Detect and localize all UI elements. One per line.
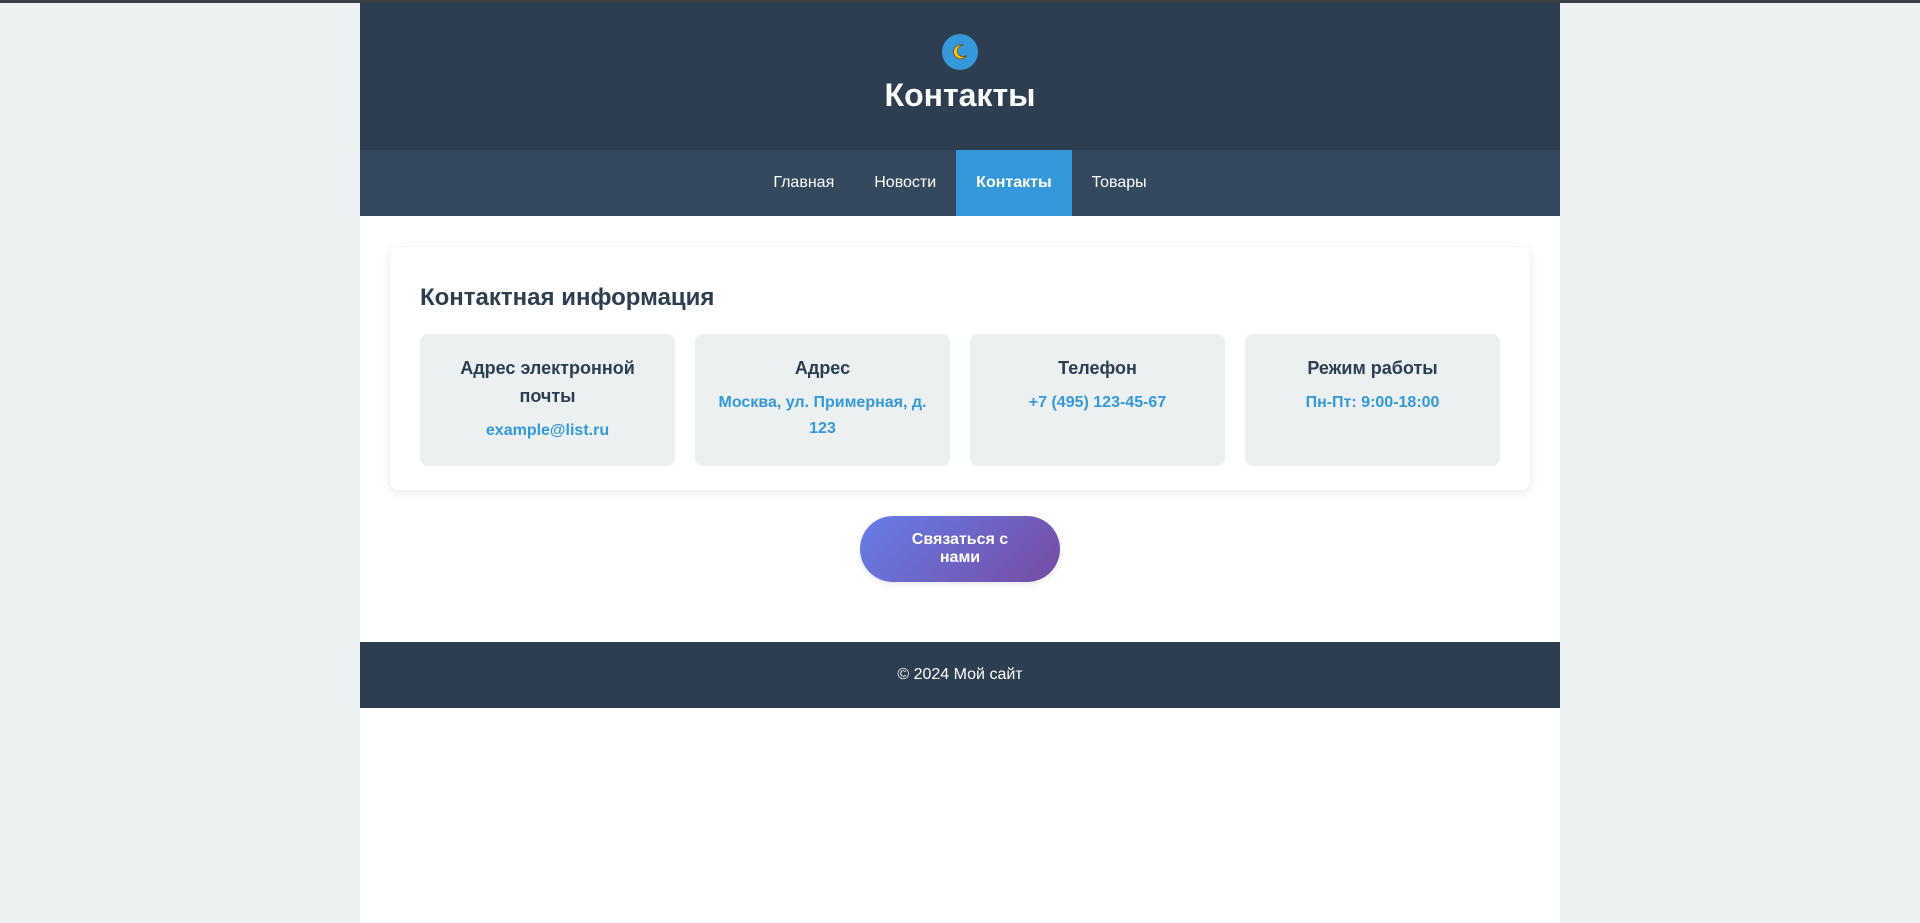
- contact-item-phone: Телефон +7 (495) 123-45-67: [970, 334, 1225, 466]
- contact-item-address: Адрес Москва, ул. Примерная, д. 123: [695, 334, 950, 466]
- contact-info-grid: Адрес электронной почты example@list.ru …: [420, 334, 1500, 466]
- site-header: Контакты: [360, 3, 1560, 150]
- contact-item-email: Адрес электронной почты example@list.ru: [420, 334, 675, 466]
- site-footer: © 2024 Мой сайт: [360, 642, 1560, 708]
- page-title: Контакты: [884, 77, 1036, 113]
- contact-item-heading: Адрес: [794, 358, 851, 378]
- contact-info-card: Контактная информация Адрес электронной …: [390, 247, 1530, 490]
- page-container: Контакты Главная Новости Контакты Товары…: [360, 3, 1560, 923]
- address-value: Москва, ул. Примерная, д. 123: [718, 394, 927, 437]
- hours-value: Пн-Пт: 9:00-18:00: [1305, 394, 1440, 411]
- nav-item-products[interactable]: Товары: [1072, 150, 1167, 216]
- moon-icon: [953, 44, 967, 60]
- cta-wrapper: Связаться с нами: [360, 516, 1560, 582]
- nav-item-home[interactable]: Главная: [753, 150, 854, 216]
- nav-item-contacts[interactable]: Контакты: [956, 150, 1072, 216]
- nav-item-news[interactable]: Новости: [854, 150, 956, 216]
- contact-item-heading: Адрес электронной почты: [460, 358, 635, 406]
- contact-item-heading: Режим работы: [1307, 358, 1438, 378]
- contact-us-button[interactable]: Связаться с нами: [860, 516, 1060, 582]
- contact-item-heading: Телефон: [1058, 358, 1137, 378]
- footer-copyright: © 2024 Мой сайт: [897, 666, 1023, 683]
- phone-link[interactable]: +7 (495) 123-45-67: [1029, 394, 1166, 411]
- email-link[interactable]: example@list.ru: [486, 422, 609, 439]
- theme-toggle-button[interactable]: [942, 34, 978, 70]
- contact-info-title: Контактная информация: [420, 284, 715, 311]
- main-nav: Главная Новости Контакты Товары: [360, 150, 1560, 216]
- contact-item-hours: Режим работы Пн-Пт: 9:00-18:00: [1245, 334, 1500, 466]
